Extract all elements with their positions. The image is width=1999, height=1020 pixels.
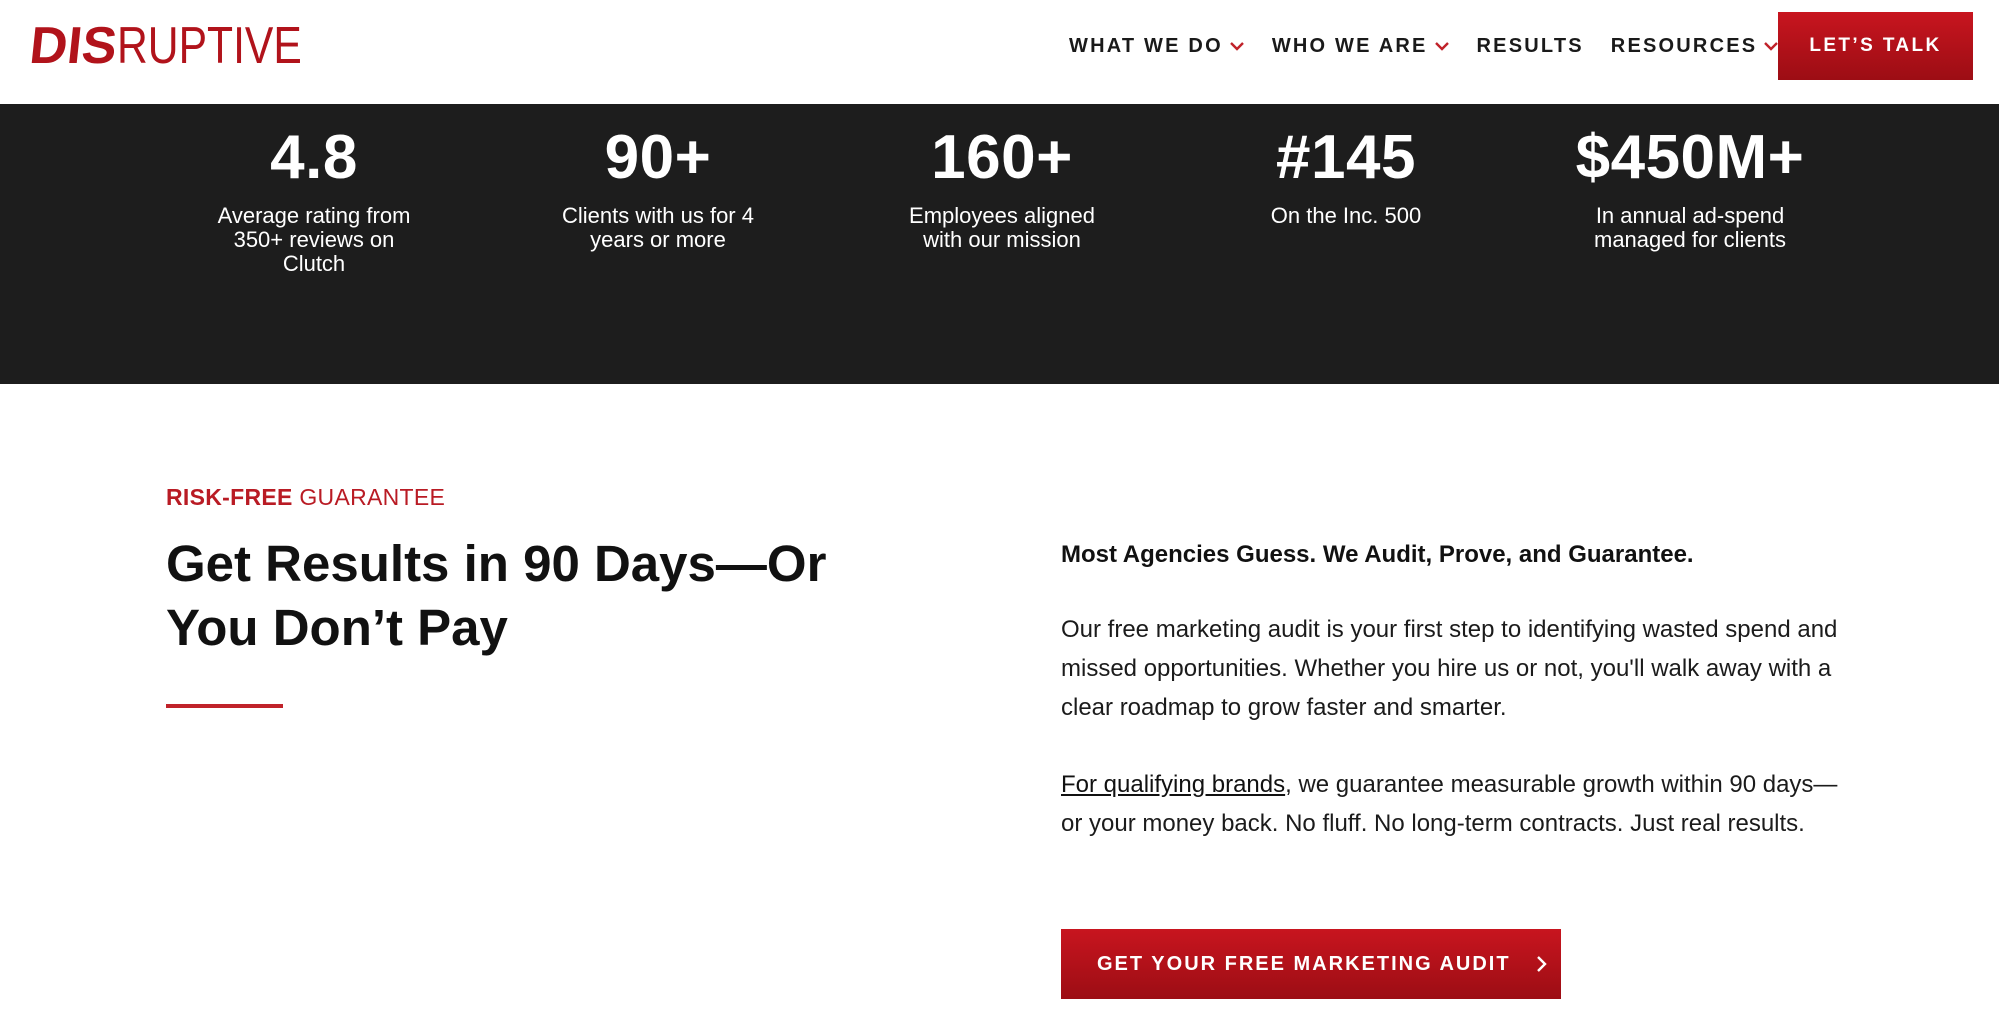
stat-value: 4.8 [270,123,358,192]
disruptive-logo[interactable]: DIS RUPTIVE [26,17,342,75]
main-nav: WHAT WE DO WHO WE ARE RESULTS RESOURCES [1069,34,1806,58]
chevron-right-icon [1536,956,1547,972]
nav-label: RESOURCES [1610,34,1758,57]
stat-value: 160+ [931,123,1073,192]
logo-part-bold: DIS [26,17,120,75]
section-eyebrow: RISK-FREE GUARANTEE [166,484,445,511]
nav-label: RESULTS [1476,34,1584,57]
nav-item-resources[interactable]: RESOURCES [1611,35,1780,58]
stat-value: $450M+ [1575,123,1805,192]
site-header: DIS RUPTIVE WHAT WE DO WHO WE ARE RESULTS… [0,0,1999,104]
chevron-down-icon [1764,42,1779,51]
chevron-down-icon [1434,42,1449,51]
eyebrow-bold: RISK-FREE [166,484,293,510]
stat-clients: 90+ Clients with us for 4 years or more [528,118,788,252]
nav-item-results[interactable]: RESULTS [1477,35,1584,58]
logo-part-thin: RUPTIVE [116,17,302,75]
qualifying-brands-link[interactable]: For qualifying brands [1061,771,1285,798]
nav-item-what-we-do[interactable]: WHAT WE DO [1069,35,1245,58]
paragraph-guarantee: For qualifying brands, we guarantee meas… [1061,765,1841,843]
eyebrow-rest: GUARANTEE [292,484,446,510]
chevron-down-icon [1229,42,1244,51]
nav-label: WHO WE ARE [1271,34,1428,57]
section-headline: Get Results in 90 Days—Or You Don’t Pay [166,535,827,656]
stat-label: On the Inc. 500 [1270,203,1422,228]
stats-band: 4.8 Average rating from 350+ reviews on … [0,104,1999,384]
stat-label: Average rating from 350+ reviews on Clut… [217,203,411,276]
stat-ad-spend: $450M+ In annual ad-spend managed for cl… [1560,118,1820,252]
stat-label: Clients with us for 4 years or more [562,203,754,252]
nav-item-who-we-are[interactable]: WHO WE ARE [1272,35,1450,58]
stat-inc-500: #145 On the Inc. 500 [1216,118,1476,228]
paragraph-audit: Our free marketing audit is your first s… [1061,616,1838,721]
accent-divider [166,704,283,708]
stat-employees: 160+ Employees aligned with our mission [872,118,1132,252]
stat-label: In annual ad-spend managed for clients [1594,203,1786,252]
stat-value: 90+ [604,123,712,192]
stat-value: #145 [1276,123,1416,192]
lead-text: Most Agencies Guess. We Audit, Prove, an… [1061,541,1694,568]
stat-label: Employees aligned with our mission [909,203,1095,252]
guarantee-copy: Most Agencies Guess. We Audit, Prove, an… [1061,538,1841,843]
free-marketing-audit-button[interactable]: GET YOUR FREE MARKETING AUDIT [1061,929,1561,999]
nav-label: WHAT WE DO [1069,34,1223,57]
lets-talk-button[interactable]: LET’S TALK [1778,12,1973,80]
audit-button-label: GET YOUR FREE MARKETING AUDIT [1097,952,1511,975]
stat-rating: 4.8 Average rating from 350+ reviews on … [184,118,444,276]
